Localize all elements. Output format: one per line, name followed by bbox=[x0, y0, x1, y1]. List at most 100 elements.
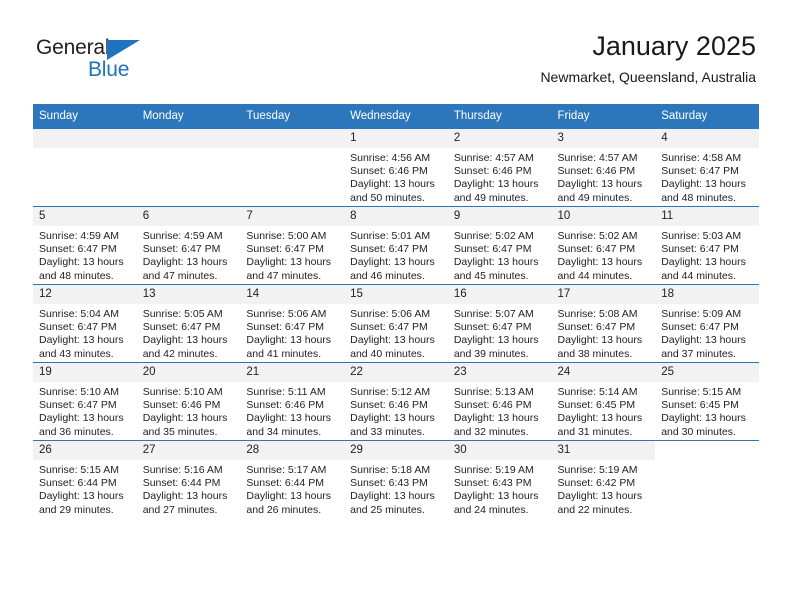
day-details: Sunrise: 5:06 AM Sunset: 6:47 PM Daylight:… bbox=[344, 304, 448, 361]
day-number: 17 bbox=[551, 285, 656, 304]
day-number bbox=[33, 129, 137, 148]
sunset-text: Sunset: 6:47 PM bbox=[142, 321, 221, 334]
sunset-text: Sunset: 6:44 PM bbox=[39, 477, 117, 490]
calendar-day-cell[interactable]: 30 Sunrise: 5:19 AM Sunset: 6:43 PM Dayligh… bbox=[447, 440, 552, 518]
calendar-day-cell[interactable]: 5 Sunrise: 4:59 AM Sunset: 6:47 PM Daylight… bbox=[33, 206, 137, 285]
daylight-text-line1: Daylight: 13 hours bbox=[39, 412, 124, 425]
daylight-text-line1: Daylight: 13 hours bbox=[661, 256, 746, 269]
calendar-day-cell[interactable]: 24 Sunrise: 5:14 AM Sunset: 6:45 PM Dayligh… bbox=[551, 362, 656, 441]
calendar-grid: Sunday Monday Tuesday Wednesday Thursday… bbox=[33, 104, 759, 518]
calendar-day-cell[interactable]: 11 Sunrise: 5:03 AM Sunset: 6:47 PM Dayligh… bbox=[655, 206, 759, 285]
sunrise-text: Sunrise: 5:12 AM bbox=[350, 386, 431, 398]
day-details: Sunrise: 5:10 AM Sunset: 6:46 PM Daylight:… bbox=[137, 382, 241, 439]
sunset-text: Sunset: 6:46 PM bbox=[246, 399, 325, 412]
calendar-day-cell[interactable]: 31 Sunrise: 5:19 AM Sunset: 6:42 PM Dayligh… bbox=[551, 440, 656, 518]
daylight-text-line1: Daylight: 13 hours bbox=[142, 334, 228, 347]
sunrise-text: Sunrise: 4:57 AM bbox=[453, 152, 534, 164]
day-details: Sunrise: 5:15 AM Sunset: 6:45 PM Daylight:… bbox=[655, 382, 759, 439]
daylight-text-line2: and 50 minutes. bbox=[350, 191, 425, 204]
daylight-text-line2: and 34 minutes. bbox=[246, 425, 322, 438]
calendar-day-cell[interactable]: 29 Sunrise: 5:18 AM Sunset: 6:43 PM Dayligh… bbox=[344, 440, 448, 518]
daylight-text-line1: Daylight: 13 hours bbox=[350, 490, 435, 503]
weekday-header-sunday: Sunday bbox=[33, 104, 137, 129]
sunset-text: Sunset: 6:46 PM bbox=[142, 399, 221, 412]
day-details: Sunrise: 5:01 AM Sunset: 6:47 PM Daylight:… bbox=[344, 226, 448, 283]
calendar-day-cell[interactable]: 16 Sunrise: 5:07 AM Sunset: 6:47 PM Dayligh… bbox=[447, 284, 552, 363]
calendar-day-cell[interactable]: 26 Sunrise: 5:15 AM Sunset: 6:44 PM Dayligh… bbox=[33, 440, 137, 518]
day-number: 18 bbox=[655, 285, 759, 304]
day-number: 11 bbox=[655, 207, 759, 226]
calendar-day-cell[interactable]: 4 Sunrise: 4:58 AM Sunset: 6:47 PM Daylight… bbox=[655, 128, 759, 207]
title-block: January 2025 Newmarket, Queensland, Aust… bbox=[540, 30, 756, 87]
sunrise-text: Sunrise: 5:15 AM bbox=[661, 386, 742, 398]
calendar-week-row: 1 Sunrise: 4:56 AM Sunset: 6:46 PM Daylight… bbox=[33, 128, 759, 207]
calendar-day-cell[interactable]: 8 Sunrise: 5:01 AM Sunset: 6:47 PM Daylight… bbox=[344, 206, 448, 285]
sunrise-text: Sunrise: 5:10 AM bbox=[39, 386, 119, 398]
sunset-text: Sunset: 6:47 PM bbox=[661, 243, 739, 256]
daylight-text-line2: and 44 minutes. bbox=[557, 269, 633, 282]
day-details: Sunrise: 5:05 AM Sunset: 6:47 PM Daylight:… bbox=[137, 304, 241, 361]
sunrise-text: Sunrise: 5:00 AM bbox=[246, 230, 327, 242]
sunrise-text: Sunrise: 4:59 AM bbox=[39, 230, 119, 242]
day-number: 27 bbox=[136, 441, 241, 460]
day-number: 2 bbox=[447, 129, 552, 148]
calendar-day-cell[interactable]: 1 Sunrise: 4:56 AM Sunset: 6:46 PM Daylight… bbox=[344, 128, 448, 207]
daylight-text-line2: and 47 minutes. bbox=[142, 269, 218, 282]
daylight-text-line1: Daylight: 13 hours bbox=[246, 490, 332, 503]
calendar-day-cell[interactable]: 12 Sunrise: 5:04 AM Sunset: 6:47 PM Dayligh… bbox=[33, 284, 137, 363]
daylight-text-line2: and 41 minutes. bbox=[246, 347, 322, 360]
page-subtitle: Newmarket, Queensland, Australia bbox=[540, 69, 756, 85]
daylight-text-line2: and 31 minutes. bbox=[557, 425, 633, 438]
calendar-day-cell-empty bbox=[240, 128, 345, 207]
daylight-text-line2: and 36 minutes. bbox=[39, 425, 114, 438]
calendar-day-cell[interactable]: 13 Sunrise: 5:05 AM Sunset: 6:47 PM Dayligh… bbox=[136, 284, 241, 363]
calendar-day-cell[interactable]: 7 Sunrise: 5:00 AM Sunset: 6:47 PM Daylight… bbox=[240, 206, 345, 285]
day-number: 23 bbox=[447, 363, 552, 382]
calendar-day-cell[interactable]: 17 Sunrise: 5:08 AM Sunset: 6:47 PM Dayligh… bbox=[551, 284, 656, 363]
sunrise-text: Sunrise: 5:06 AM bbox=[246, 308, 327, 320]
sunset-text: Sunset: 6:47 PM bbox=[39, 243, 117, 256]
calendar-day-cell[interactable]: 25 Sunrise: 5:15 AM Sunset: 6:45 PM Dayligh… bbox=[655, 362, 759, 441]
day-details: Sunrise: 5:02 AM Sunset: 6:47 PM Daylight:… bbox=[448, 226, 552, 283]
sunset-text: Sunset: 6:47 PM bbox=[246, 321, 325, 334]
day-number: 26 bbox=[33, 441, 137, 460]
day-details: Sunrise: 4:57 AM Sunset: 6:46 PM Daylight:… bbox=[552, 148, 656, 205]
calendar-day-cell[interactable]: 9 Sunrise: 5:02 AM Sunset: 6:47 PM Daylight… bbox=[447, 206, 552, 285]
calendar-day-cell[interactable]: 20 Sunrise: 5:10 AM Sunset: 6:46 PM Dayligh… bbox=[136, 362, 241, 441]
day-number: 5 bbox=[33, 207, 137, 226]
day-details: Sunrise: 4:59 AM Sunset: 6:47 PM Daylight:… bbox=[33, 226, 137, 283]
calendar-day-cell[interactable]: 27 Sunrise: 5:16 AM Sunset: 6:44 PM Dayligh… bbox=[136, 440, 241, 518]
calendar-day-cell[interactable]: 10 Sunrise: 5:02 AM Sunset: 6:47 PM Dayligh… bbox=[551, 206, 656, 285]
calendar-day-cell[interactable]: 22 Sunrise: 5:12 AM Sunset: 6:46 PM Dayligh… bbox=[344, 362, 448, 441]
daylight-text-line2: and 37 minutes. bbox=[661, 347, 736, 360]
daylight-text-line2: and 27 minutes. bbox=[142, 503, 218, 516]
calendar-day-cell[interactable]: 15 Sunrise: 5:06 AM Sunset: 6:47 PM Dayligh… bbox=[344, 284, 448, 363]
daylight-text-line1: Daylight: 13 hours bbox=[453, 178, 539, 191]
day-details: Sunrise: 4:58 AM Sunset: 6:47 PM Daylight:… bbox=[655, 148, 759, 205]
day-details: Sunrise: 4:59 AM Sunset: 6:47 PM Daylight:… bbox=[137, 226, 241, 283]
calendar-day-cell[interactable]: 6 Sunrise: 4:59 AM Sunset: 6:47 PM Daylight… bbox=[136, 206, 241, 285]
daylight-text-line2: and 46 minutes. bbox=[350, 269, 425, 282]
calendar-day-cell[interactable]: 3 Sunrise: 4:57 AM Sunset: 6:46 PM Daylight… bbox=[551, 128, 656, 207]
day-number: 10 bbox=[551, 207, 656, 226]
sunrise-text: Sunrise: 5:17 AM bbox=[246, 464, 327, 476]
calendar-day-cell[interactable]: 28 Sunrise: 5:17 AM Sunset: 6:44 PM Dayligh… bbox=[240, 440, 345, 518]
calendar-day-cell[interactable]: 19 Sunrise: 5:10 AM Sunset: 6:47 PM Dayligh… bbox=[33, 362, 137, 441]
day-number: 9 bbox=[447, 207, 552, 226]
sunrise-text: Sunrise: 5:14 AM bbox=[557, 386, 638, 398]
day-details: Sunrise: 4:56 AM Sunset: 6:46 PM Daylight:… bbox=[344, 148, 448, 205]
calendar-day-cell[interactable]: 23 Sunrise: 5:13 AM Sunset: 6:46 PM Dayligh… bbox=[447, 362, 552, 441]
daylight-text-line2: and 35 minutes. bbox=[142, 425, 218, 438]
sunset-text: Sunset: 6:47 PM bbox=[246, 243, 325, 256]
calendar-day-cell[interactable]: 18 Sunrise: 5:09 AM Sunset: 6:47 PM Dayligh… bbox=[655, 284, 759, 363]
daylight-text-line2: and 22 minutes. bbox=[557, 503, 633, 516]
day-details: Sunrise: 5:00 AM Sunset: 6:47 PM Daylight:… bbox=[240, 226, 344, 283]
calendar-day-cell[interactable]: 21 Sunrise: 5:11 AM Sunset: 6:46 PM Dayligh… bbox=[240, 362, 345, 441]
calendar-day-cell[interactable]: 2 Sunrise: 4:57 AM Sunset: 6:46 PM Daylight… bbox=[447, 128, 552, 207]
day-number: 13 bbox=[136, 285, 241, 304]
calendar-day-cell[interactable]: 14 Sunrise: 5:06 AM Sunset: 6:47 PM Dayligh… bbox=[240, 284, 345, 363]
daylight-text-line2: and 44 minutes. bbox=[661, 269, 736, 282]
day-number: 22 bbox=[344, 363, 448, 382]
daylight-text-line2: and 47 minutes. bbox=[246, 269, 322, 282]
sunset-text: Sunset: 6:47 PM bbox=[39, 399, 117, 412]
